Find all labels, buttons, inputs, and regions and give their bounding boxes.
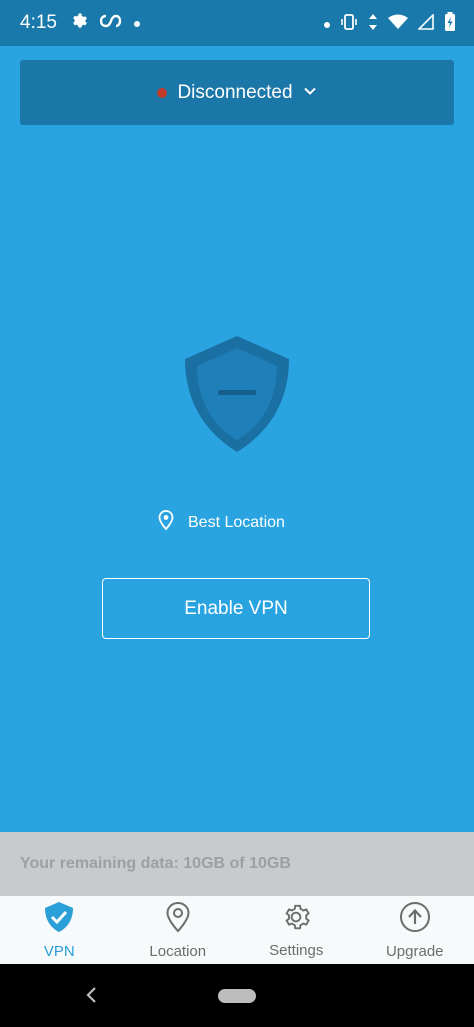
- nav-tab-location[interactable]: Location: [119, 896, 238, 964]
- nav-tab-location-label: Location: [149, 942, 207, 960]
- nav-tab-upgrade[interactable]: Upgrade: [356, 896, 474, 964]
- enable-vpn-button[interactable]: Enable VPN: [102, 578, 370, 639]
- upgrade-arrow-icon: [399, 901, 431, 937]
- notification-dot-icon: [134, 20, 140, 27]
- nav-tab-vpn[interactable]: VPN: [0, 896, 119, 964]
- status-indicator-dot: [157, 87, 168, 98]
- nav-tab-upgrade-label: Upgrade: [385, 942, 444, 960]
- back-icon[interactable]: [84, 984, 98, 1010]
- connection-status-label: Disconnected: [177, 81, 293, 103]
- notification-dot-icon: [324, 21, 330, 28]
- status-time: 4:15: [20, 12, 57, 33]
- battery-icon: [444, 12, 456, 37]
- chevron-down-icon: [303, 82, 317, 104]
- wifi-icon: [388, 14, 408, 35]
- remaining-data-banner: Your remaining data: 10GB of 10GB: [0, 832, 474, 896]
- nav-tab-vpn-label: VPN: [43, 942, 75, 960]
- location-pin-icon: [158, 510, 174, 535]
- remaining-data-text: Your remaining data: 10GB of 10GB: [20, 855, 291, 872]
- gear-icon: [70, 12, 88, 35]
- home-pill-icon[interactable]: [218, 989, 256, 1003]
- vpn-shield-icon: [183, 334, 291, 454]
- shield-check-icon: [44, 901, 74, 937]
- infinity-icon: [99, 12, 122, 35]
- vibrate-icon: [340, 13, 358, 36]
- enable-vpn-label: Enable VPN: [184, 597, 288, 619]
- connection-status-selector[interactable]: Disconnected: [20, 60, 454, 125]
- nav-tab-settings-label: Settings: [269, 941, 324, 959]
- best-location-label: Best Location: [188, 513, 285, 531]
- nav-tab-settings[interactable]: Settings: [237, 896, 356, 964]
- signal-icon: [417, 13, 434, 35]
- status-bar: 4:15: [0, 0, 474, 46]
- best-location-selector[interactable]: Best Location: [158, 510, 285, 535]
- gear-icon: [281, 902, 311, 936]
- location-pin-icon: [165, 901, 191, 937]
- data-arrows-icon: [368, 13, 378, 36]
- bottom-navigation: VPN Location Settings Upgrade: [0, 896, 474, 964]
